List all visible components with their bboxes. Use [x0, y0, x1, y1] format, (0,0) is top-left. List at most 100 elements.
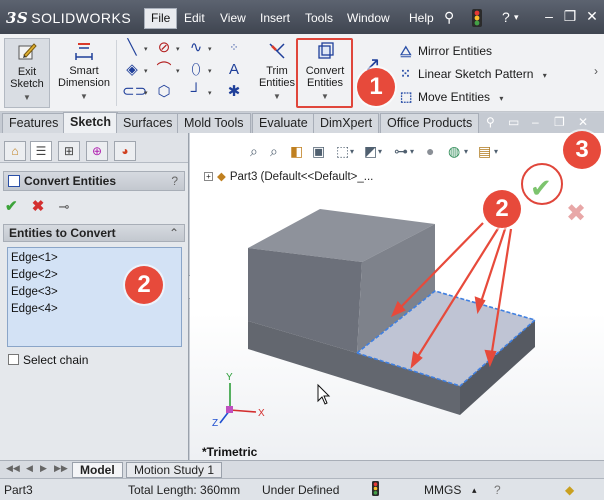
ok-check-icon[interactable]: ✔ — [5, 198, 18, 215]
linear-sketch-pattern-button[interactable]: ⁙ Linear Sketch Pattern ▾ — [400, 66, 547, 82]
menu-view[interactable]: View — [220, 11, 246, 25]
menu-window[interactable]: Window — [347, 11, 390, 25]
help-icon[interactable]: ? — [171, 172, 178, 190]
tab-mold-tools[interactable]: Mold Tools — [177, 113, 251, 133]
chevron-down-icon[interactable]: ▼ — [56, 91, 112, 103]
menu-tools[interactable]: Tools — [305, 11, 333, 25]
chevron-down-icon[interactable]: ▼ — [256, 91, 298, 103]
help-icon[interactable]: ? — [502, 9, 510, 25]
chevron-down-icon[interactable]: ▾ — [176, 45, 180, 53]
tab-office-products[interactable]: Office Products — [380, 113, 480, 133]
feature-manager-icon[interactable]: ⌂ — [4, 141, 26, 161]
smart-dimension-button[interactable]: Smart Dimension ▼ — [56, 38, 112, 108]
arc-icon[interactable]: ⌒ — [154, 60, 174, 80]
spline-icon[interactable]: ∿ — [186, 38, 206, 58]
collapse-icon[interactable]: ⌃ — [169, 225, 179, 241]
tile-icon[interactable]: ▭ — [508, 115, 519, 129]
chevron-down-icon[interactable]: ▾ — [144, 45, 148, 53]
chevron-down-icon[interactable]: ▾ — [176, 67, 180, 75]
next-tab-icon[interactable]: ▶ — [40, 463, 47, 474]
menu-help[interactable]: Help — [409, 11, 434, 25]
menu-file[interactable]: File — [144, 8, 178, 29]
question-icon[interactable]: ? — [494, 483, 501, 497]
text-icon[interactable]: A — [224, 60, 244, 80]
chevron-down-icon[interactable]: ▾ — [514, 12, 519, 23]
close-doc-button[interactable]: ✕ — [578, 115, 588, 129]
chevron-down-icon[interactable]: ▾ — [499, 94, 503, 103]
tab-dimxpert[interactable]: DimXpert — [313, 113, 380, 133]
polygon-icon[interactable]: ⬡ — [154, 82, 174, 102]
checkbox[interactable] — [8, 354, 19, 365]
restore-button[interactable]: ❐ — [561, 8, 579, 25]
mirror-icon: ⧋ — [400, 43, 412, 58]
chevron-down-icon[interactable]: ▾ — [208, 45, 212, 53]
pushpin-icon[interactable]: ⚲ — [444, 9, 454, 26]
pin-icon[interactable]: ⚲ — [486, 115, 495, 129]
cancel-x-icon[interactable]: ✖ — [32, 198, 45, 215]
first-tab-icon[interactable]: ◀◀ — [6, 463, 20, 474]
configuration-manager-icon[interactable]: ⊞ — [58, 141, 80, 161]
dimxpert-manager-icon[interactable]: ⊕ — [86, 141, 108, 161]
callout-badge: 1 — [357, 68, 395, 106]
point-grid-icon[interactable]: ⁘ — [224, 38, 244, 58]
ribbon-scroll-icon[interactable]: › — [594, 64, 598, 78]
chevron-down-icon[interactable]: ▾ — [208, 89, 212, 97]
trim-entities-button[interactable]: Trim Entities ▼ — [256, 38, 298, 108]
trim-entities-icon — [269, 43, 285, 59]
status-part-name: Part3 — [4, 483, 33, 497]
title-bar: 3S SOLIDWORKS File Edit View Insert Tools… — [0, 0, 604, 34]
restore-doc-button[interactable]: ❐ — [554, 115, 565, 129]
callout-badge: 2 — [483, 190, 521, 228]
chevron-down-icon[interactable]: ▾ — [208, 67, 212, 75]
tab-features[interactable]: Features — [2, 113, 66, 133]
select-chain-checkbox[interactable]: Select chain — [8, 353, 88, 367]
status-bar: Part3 Total Length: 360mm Under Defined … — [0, 478, 604, 500]
menu-edit[interactable]: Edit — [184, 11, 205, 25]
display-manager-icon[interactable]: ◕ — [114, 141, 136, 161]
chevron-down-icon[interactable]: ▾ — [144, 67, 148, 75]
entities-to-convert-header[interactable]: Entities to Convert ⌃ — [3, 224, 185, 242]
property-manager-icon[interactable]: ☰ — [30, 141, 52, 161]
confirm-cancel-icon[interactable]: ✖ — [566, 199, 586, 228]
view-orientation-label: *Trimetric — [202, 445, 258, 459]
fillet-icon[interactable]: ┘ — [186, 82, 206, 102]
list-item[interactable]: Edge<1> — [11, 250, 178, 267]
mouse-cursor — [317, 383, 331, 405]
ellipse-icon[interactable]: ⬯ — [186, 60, 206, 80]
rebuild-light-icon[interactable] — [372, 481, 379, 499]
tab-motion-study[interactable]: Motion Study 1 — [126, 462, 223, 478]
callout-badge: 2 — [125, 266, 163, 304]
list-item[interactable]: Edge<4> — [11, 301, 178, 318]
minimize-doc-button[interactable]: – — [532, 115, 539, 129]
line-icon[interactable]: ╲ — [122, 38, 142, 58]
bottom-tabs: ◀◀ ◀ ▶ ▶▶ Model Motion Study 1 — [0, 460, 604, 478]
status-units[interactable]: MMGS — [424, 483, 461, 497]
slot-icon[interactable]: ⊂⊃ — [122, 82, 147, 102]
exit-sketch-button[interactable]: Exit Sketch ▼ — [4, 38, 50, 108]
rectangle-icon[interactable]: ◈ — [122, 60, 142, 80]
convert-entities-icon — [8, 175, 20, 187]
tab-sketch[interactable]: Sketch — [63, 112, 118, 134]
prev-tab-icon[interactable]: ◀ — [26, 463, 33, 474]
move-icon: ⬚ — [400, 89, 413, 104]
chevron-down-icon[interactable]: ▾ — [144, 89, 148, 97]
move-entities-button[interactable]: ⬚ Move Entities ▾ — [400, 89, 503, 105]
circle-icon[interactable]: ⊘ — [154, 38, 174, 58]
minimize-button[interactable]: – — [540, 8, 558, 24]
tab-model[interactable]: Model — [72, 462, 123, 478]
solidworks-logo[interactable]: 3S SOLIDWORKS — [6, 9, 131, 27]
tab-surfaces[interactable]: Surfaces — [116, 113, 180, 133]
chevron-down-icon[interactable]: ▼ — [5, 92, 49, 104]
traffic-light-icon[interactable] — [472, 9, 482, 30]
point-icon[interactable]: ✱ — [224, 82, 244, 102]
chevron-up-icon[interactable]: ▴ — [472, 485, 477, 496]
close-button[interactable]: ✕ — [583, 8, 601, 25]
menu-insert[interactable]: Insert — [260, 11, 290, 25]
coordinate-triad — [219, 383, 257, 424]
tag-icon[interactable]: ◆ — [565, 483, 574, 497]
chevron-down-icon[interactable]: ▾ — [543, 71, 547, 80]
last-tab-icon[interactable]: ▶▶ — [54, 463, 68, 474]
tab-evaluate[interactable]: Evaluate — [252, 113, 315, 133]
mirror-entities-button[interactable]: ⧋ Mirror Entities — [400, 43, 492, 59]
pushpin-icon[interactable]: ⊸ — [59, 199, 70, 214]
